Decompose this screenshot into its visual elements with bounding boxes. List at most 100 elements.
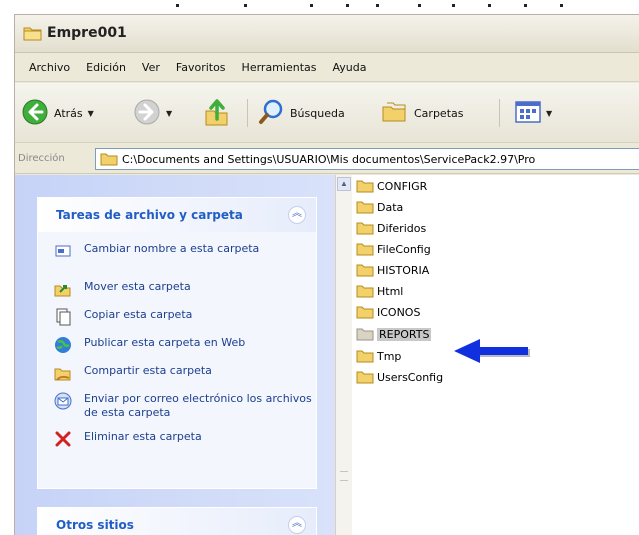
- folders-button[interactable]: Carpetas: [381, 97, 463, 129]
- tasks-panel-header[interactable]: Tareas de archivo y carpeta ︽: [38, 198, 316, 232]
- task-label: Publicar esta carpeta en Web: [84, 336, 246, 349]
- task-email[interactable]: Enviar por correo electrónico los archiv…: [38, 392, 316, 424]
- views-button[interactable]: ▼: [515, 97, 552, 129]
- folder-icon: [356, 306, 374, 319]
- rename-icon: [54, 242, 72, 260]
- folder-item[interactable]: UsersConfig: [356, 368, 443, 386]
- move-icon: [54, 280, 72, 298]
- edge-mark: [488, 4, 491, 7]
- annotation-arrow-icon: [454, 339, 530, 363]
- copy-icon: [54, 308, 72, 326]
- forward-button[interactable]: ▼: [133, 97, 172, 129]
- back-arrow-icon: [21, 98, 49, 129]
- edge-mark: [244, 4, 247, 7]
- folder-name: HISTORIA: [377, 263, 430, 277]
- folder-name: ICONOS: [377, 305, 421, 319]
- menu-favoritos[interactable]: Favoritos: [168, 61, 234, 74]
- folder-name: UsersConfig: [377, 370, 444, 384]
- collapse-icon[interactable]: ︽: [288, 206, 306, 224]
- menu-bar: Archivo Edición Ver Favoritos Herramient…: [15, 54, 639, 82]
- explorer-window: Empre001 Archivo Edición Ver Favoritos H…: [14, 14, 639, 535]
- share-icon: [54, 364, 72, 382]
- task-label: Cambiar nombre a esta carpeta: [84, 242, 260, 255]
- menu-archivo[interactable]: Archivo: [21, 61, 78, 74]
- back-button[interactable]: Atrás ▼: [21, 97, 94, 129]
- back-label: Atrás: [54, 106, 83, 120]
- tasks-panel-title: Tareas de archivo y carpeta: [56, 208, 243, 222]
- back-dropdown-icon[interactable]: ▼: [88, 109, 94, 118]
- edge-mark: [452, 4, 455, 7]
- task-publish-web[interactable]: Publicar esta carpeta en Web: [38, 336, 316, 358]
- folders-icon: [381, 99, 409, 128]
- menu-herramientas[interactable]: Herramientas: [234, 61, 325, 74]
- task-share[interactable]: Compartir esta carpeta: [38, 364, 316, 386]
- folder-icon: [356, 371, 374, 384]
- folder-item[interactable]: Tmp: [356, 347, 401, 365]
- folder-item-selected[interactable]: REPORTS: [356, 325, 432, 343]
- task-label: Copiar esta carpeta: [84, 308, 193, 321]
- folder-item[interactable]: FileConfig: [356, 240, 431, 258]
- folder-icon: [356, 243, 374, 256]
- task-copy[interactable]: Copiar esta carpeta: [38, 308, 316, 330]
- title-bar[interactable]: Empre001: [15, 15, 639, 53]
- edge-mark: [346, 4, 349, 7]
- folder-icon: [356, 222, 374, 235]
- folder-item[interactable]: ICONOS: [356, 303, 420, 321]
- address-label: Dirección: [18, 153, 65, 164]
- folder-item[interactable]: Diferidos: [356, 219, 426, 237]
- search-label: Búsqueda: [290, 106, 345, 120]
- scrollbar-grip[interactable]: [340, 471, 348, 481]
- publish-web-icon: [54, 336, 72, 354]
- address-field[interactable]: C:\Documents and Settings\USUARIO\Mis do…: [95, 148, 639, 170]
- collapse-icon[interactable]: ︽: [288, 516, 306, 534]
- tasks-panel: Tareas de archivo y carpeta ︽ Cambiar no…: [37, 197, 317, 489]
- search-button[interactable]: Búsqueda: [257, 97, 345, 129]
- folder-icon: [356, 264, 374, 277]
- email-icon: [54, 392, 72, 410]
- folder-item[interactable]: Data: [356, 198, 403, 216]
- scroll-up-icon[interactable]: ▲: [337, 177, 351, 191]
- folder-name: FileConfig: [377, 242, 431, 256]
- toolbar-separator: [247, 99, 248, 127]
- edge-mark: [560, 4, 563, 7]
- folder-item[interactable]: HISTORIA: [356, 261, 429, 279]
- task-delete[interactable]: Eliminar esta carpeta: [38, 430, 316, 452]
- task-move[interactable]: Mover esta carpeta: [38, 280, 316, 302]
- search-icon: [257, 98, 285, 129]
- folder-icon: [356, 285, 374, 298]
- folder-name: Diferidos: [377, 221, 427, 235]
- folder-icon: [23, 25, 43, 44]
- folder-icon: [356, 180, 374, 193]
- toolbar: Atrás ▼ ▼ Búsqueda Carpetas ▼: [15, 83, 639, 143]
- task-label: Enviar por correo electrónico los archiv…: [84, 392, 312, 419]
- window-title: Empre001: [47, 25, 127, 41]
- delete-icon: [54, 430, 72, 448]
- task-pane: Tareas de archivo y carpeta ︽ Cambiar no…: [15, 175, 335, 535]
- views-icon: [515, 100, 541, 127]
- forward-dropdown-icon[interactable]: ▼: [166, 109, 172, 118]
- edge-mark: [310, 4, 313, 7]
- edge-mark: [418, 4, 421, 7]
- folder-name: REPORTS: [377, 327, 432, 341]
- up-folder-button[interactable]: [203, 97, 231, 129]
- folder-icon: [356, 328, 374, 341]
- folder-name: Data: [377, 200, 404, 214]
- folder-icon: [356, 350, 374, 363]
- task-label: Compartir esta carpeta: [84, 364, 212, 377]
- folder-name: CONFIGR: [377, 179, 428, 193]
- pane-scrollbar[interactable]: ▲: [335, 175, 352, 535]
- folders-label: Carpetas: [414, 106, 464, 120]
- menu-ver[interactable]: Ver: [134, 61, 168, 74]
- menu-edicion[interactable]: Edición: [78, 61, 134, 74]
- other-places-header[interactable]: Otros sitios ︽: [38, 508, 316, 535]
- folder-item[interactable]: Html: [356, 282, 403, 300]
- up-folder-icon: [203, 97, 231, 130]
- task-label: Mover esta carpeta: [84, 280, 191, 293]
- task-rename[interactable]: Cambiar nombre a esta carpeta: [38, 242, 316, 274]
- folder-item[interactable]: CONFIGR: [356, 177, 427, 195]
- address-path: C:\Documents and Settings\USUARIO\Mis do…: [122, 153, 536, 166]
- edge-mark: [376, 4, 379, 7]
- forward-arrow-icon: [133, 98, 161, 129]
- views-dropdown-icon[interactable]: ▼: [546, 109, 552, 118]
- menu-ayuda[interactable]: Ayuda: [324, 61, 374, 74]
